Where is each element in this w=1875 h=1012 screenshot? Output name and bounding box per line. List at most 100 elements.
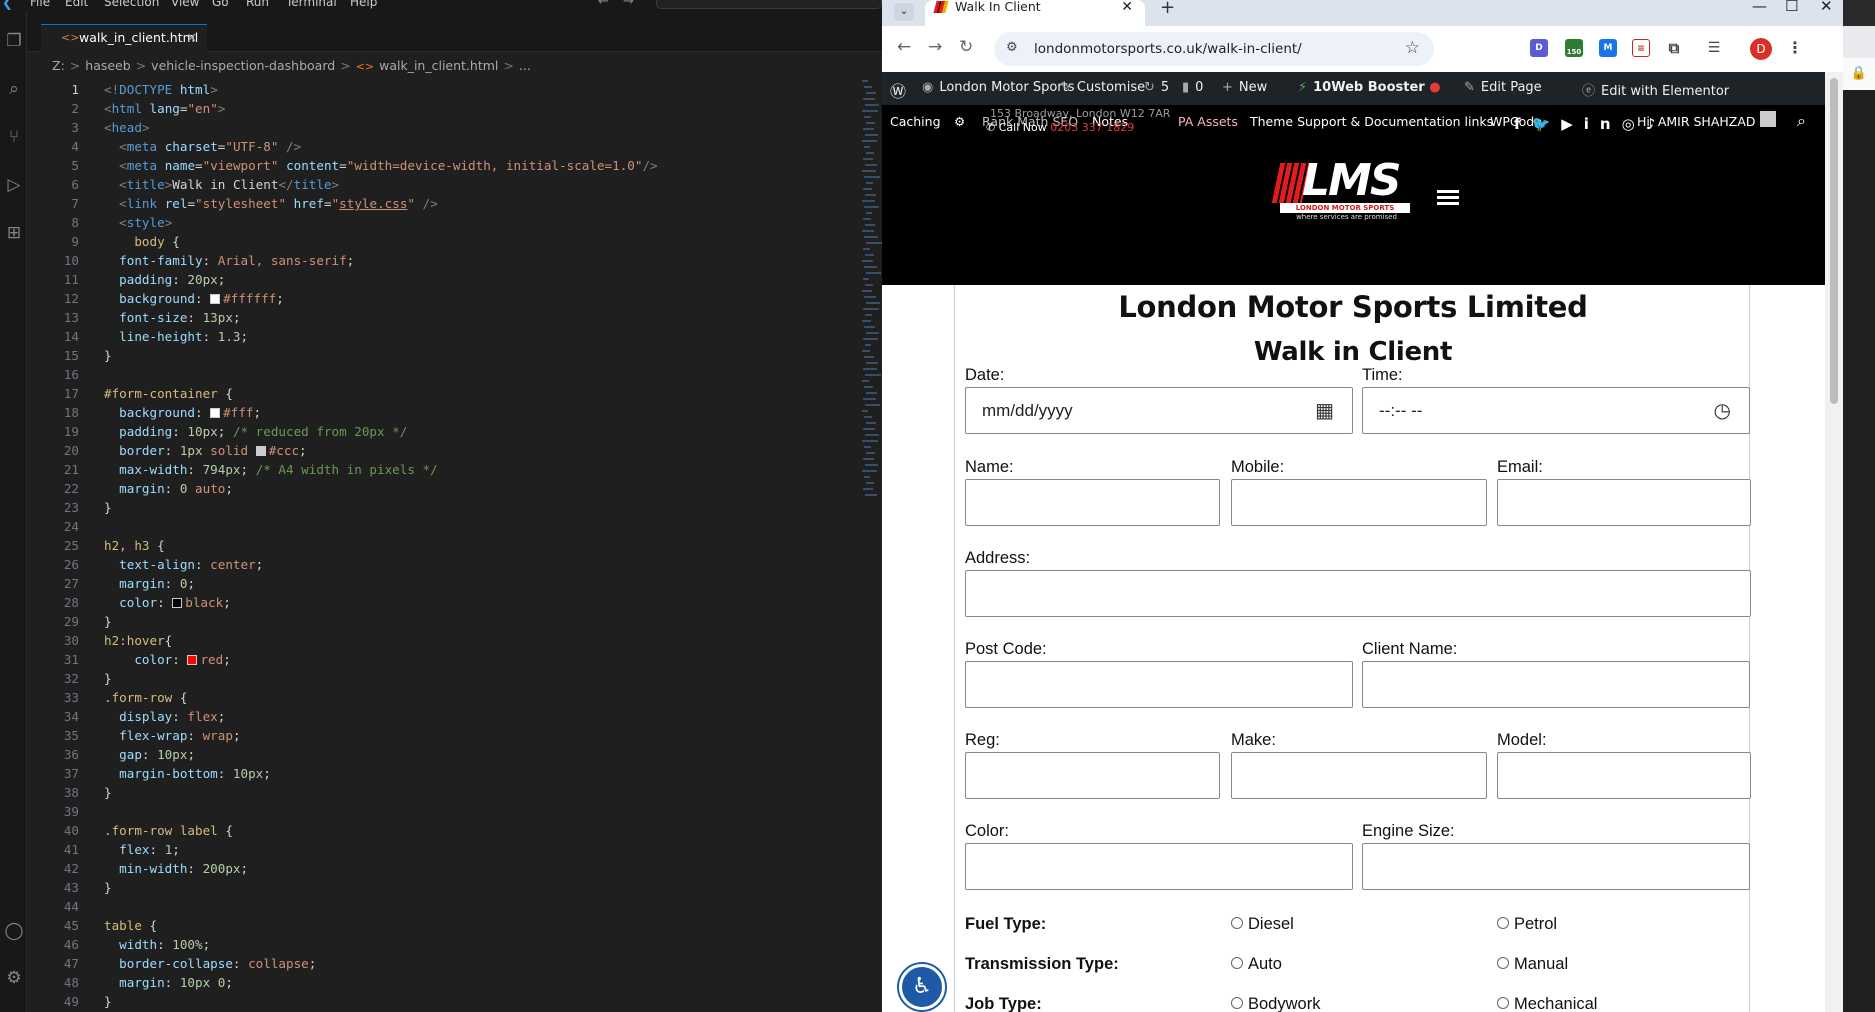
tiktok-icon[interactable]: ♪: [1646, 115, 1667, 133]
hamburger-menu-icon[interactable]: [1437, 190, 1459, 206]
email-input[interactable]: [1497, 479, 1751, 526]
linkedin-icon[interactable]: in: [1584, 115, 1622, 133]
code-text[interactable]: }: [104, 878, 112, 897]
code-line[interactable]: 24: [27, 517, 862, 536]
code-line[interactable]: 49}: [27, 992, 862, 1011]
code-text[interactable]: <meta name="viewport" content="width=dev…: [104, 156, 657, 175]
bookmark-star-icon[interactable]: ☆: [1405, 38, 1420, 58]
code-text[interactable]: flex-wrap: wrap;: [104, 726, 240, 745]
browser-tab[interactable]: Walk In Client ✕: [925, 0, 1145, 26]
code-line[interactable]: 21 max-width: 794px; /* A4 width in pixe…: [27, 460, 862, 479]
breadcrumb-symbol[interactable]: ...: [519, 58, 531, 73]
tab-walk-in-client[interactable]: <> walk_in_client.html ✕: [41, 24, 207, 52]
search-icon[interactable]: ⌕: [3, 78, 25, 100]
wp-edit-page[interactable]: ✎ Edit Page: [1464, 80, 1542, 95]
theme-support-link[interactable]: Theme Support & Documentation links: [1250, 114, 1493, 129]
code-line[interactable]: 43}: [27, 878, 862, 897]
instagram-icon[interactable]: ◎: [1622, 115, 1646, 133]
code-line[interactable]: 38}: [27, 783, 862, 802]
code-line[interactable]: 47 border-collapse: collapse;: [27, 954, 862, 973]
calendar-icon[interactable]: ▦: [1315, 398, 1334, 423]
site-logo[interactable]: LMS LONDON MOTOR SPORTS where services a…: [1271, 155, 1419, 221]
breadcrumb-folder[interactable]: vehicle-inspection-dashboard: [151, 58, 335, 73]
code-line[interactable]: 11 padding: 20px;: [27, 270, 862, 289]
code-line[interactable]: 19 padding: 10px; /* reduced from 20px *…: [27, 422, 862, 441]
wordpress-logo-icon[interactable]: Ⓦ: [890, 78, 906, 102]
address-bar[interactable]: ⚙ londonmotorsports.co.uk/walk-in-client…: [994, 32, 1434, 66]
code-text[interactable]: .form-row {: [104, 688, 187, 707]
extension-badge-icon[interactable]: 150: [1565, 39, 1583, 57]
extension-icon[interactable]: M: [1599, 39, 1617, 57]
youtube-icon[interactable]: ▶: [1561, 115, 1584, 133]
menu-run[interactable]: Run: [246, 0, 269, 9]
code-line[interactable]: 34 display: flex;: [27, 707, 862, 726]
close-icon[interactable]: ✕: [187, 25, 197, 51]
code-line[interactable]: 16: [27, 365, 862, 384]
code-line[interactable]: 14 line-height: 1.3;: [27, 327, 862, 346]
code-text[interactable]: flex: 1;: [104, 840, 180, 859]
code-text[interactable]: body {: [104, 232, 180, 251]
forward-arrow-icon[interactable]: →: [623, 0, 634, 9]
media-control-icon[interactable]: ☰: [1705, 39, 1723, 57]
extension-icon[interactable]: ≡: [1632, 39, 1650, 57]
code-text[interactable]: <head>: [104, 118, 150, 137]
wp-comments[interactable]: ▮ 0: [1182, 80, 1203, 95]
clock-icon[interactable]: ◷: [1714, 398, 1731, 423]
date-input[interactable]: mm/dd/yyyy ▦: [965, 387, 1353, 434]
back-arrow-icon[interactable]: ←: [598, 0, 609, 9]
code-text[interactable]: font-family: Arial, sans-serif;: [104, 251, 354, 270]
breadcrumb-drive[interactable]: Z:: [52, 58, 65, 73]
code-text[interactable]: border: 1px solid #ccc;: [104, 441, 306, 460]
code-text[interactable]: <style>: [104, 213, 172, 232]
code-line[interactable]: 9 body {: [27, 232, 862, 251]
wp-booster[interactable]: ⚡ 10Web Booster ●: [1298, 80, 1441, 95]
profile-avatar[interactable]: D: [1750, 38, 1772, 60]
code-text[interactable]: <html lang="en">: [104, 99, 225, 118]
back-icon[interactable]: ←: [897, 37, 911, 57]
maximize-icon[interactable]: ☐: [1785, 0, 1798, 15]
code-line[interactable]: 7 <link rel="stylesheet" href="style.css…: [27, 194, 862, 213]
color-input[interactable]: [965, 843, 1353, 890]
code-line[interactable]: 37 margin-bottom: 10px;: [27, 764, 862, 783]
client-name-input[interactable]: [1362, 661, 1750, 708]
code-text[interactable]: display: flex;: [104, 707, 225, 726]
transmission-auto-radio[interactable]: Auto: [1231, 955, 1282, 974]
code-text[interactable]: }: [104, 346, 112, 365]
mobile-input[interactable]: [1231, 479, 1487, 526]
code-line[interactable]: 32}: [27, 669, 862, 688]
code-line[interactable]: 12 background: #ffffff;: [27, 289, 862, 308]
close-tab-icon[interactable]: ✕: [1121, 0, 1133, 14]
code-line[interactable]: 6 <title>Walk in Client</title>: [27, 175, 862, 194]
name-input[interactable]: [965, 479, 1220, 526]
extension-icon[interactable]: D: [1530, 39, 1548, 57]
code-text[interactable]: color: red;: [104, 650, 230, 669]
code-line[interactable]: 3 <head>: [27, 118, 862, 137]
time-input[interactable]: --:-- -- ◷: [1362, 387, 1750, 434]
code-text[interactable]: <title>Walk in Client</title>: [104, 175, 339, 194]
code-line[interactable]: 23}: [27, 498, 862, 517]
code-text[interactable]: gap: 10px;: [104, 745, 195, 764]
scrollbar-thumb[interactable]: [1830, 78, 1838, 404]
code-text[interactable]: }: [104, 612, 112, 631]
code-text[interactable]: #form-container {: [104, 384, 233, 403]
code-text[interactable]: text-align: center;: [104, 555, 263, 574]
code-line[interactable]: 30 h2:hover{: [27, 631, 862, 650]
code-text[interactable]: border-collapse: collapse;: [104, 954, 316, 973]
transmission-manual-radio[interactable]: Manual: [1497, 955, 1568, 974]
more-menu-icon[interactable]: ⋮: [1786, 39, 1804, 57]
code-text[interactable]: <link rel="stylesheet" href="style.css" …: [104, 194, 438, 213]
code-line[interactable]: 27 margin: 0;: [27, 574, 862, 593]
menu-edit[interactable]: Edit: [65, 0, 88, 9]
command-center[interactable]: [656, 0, 882, 9]
code-text[interactable]: color: black;: [104, 593, 231, 612]
code-text[interactable]: padding: 10px; /* reduced from 20px */: [104, 422, 407, 441]
code-text[interactable]: margin-bottom: 10px;: [104, 764, 271, 783]
code-text[interactable]: margin: 0 auto;: [104, 479, 233, 498]
url-text[interactable]: londonmotorsports.co.uk/walk-in-client/: [1034, 41, 1302, 57]
code-text[interactable]: <!DOCTYPE html>: [104, 80, 218, 99]
code-line[interactable]: 26 text-align: center;: [27, 555, 862, 574]
code-line[interactable]: 20 border: 1px solid #ccc;: [27, 441, 862, 460]
code-text[interactable]: <meta charset="UTF-8" />: [104, 137, 301, 156]
code-line[interactable]: 48 margin: 10px 0;: [27, 973, 862, 992]
code-line[interactable]: 35 flex-wrap: wrap;: [27, 726, 862, 745]
